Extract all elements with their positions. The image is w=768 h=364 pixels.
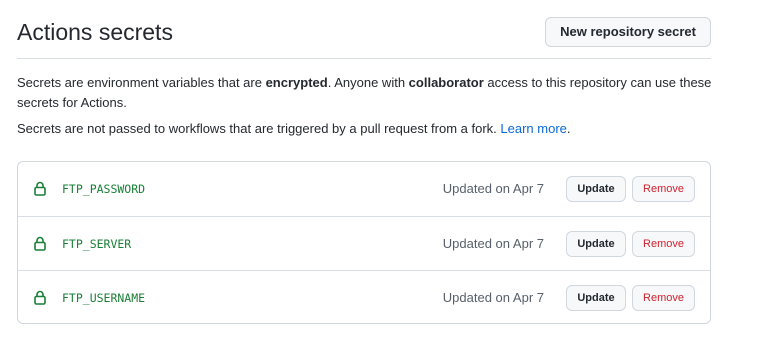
secret-name: FTP_PASSWORD (62, 182, 146, 196)
page-title: Actions secrets (17, 19, 173, 45)
fork-note-end: . (566, 121, 571, 136)
fork-note: Secrets are not passed to workflows that… (17, 119, 717, 139)
actions-secrets-page: Actions secrets New repository secret Se… (0, 0, 768, 364)
secret-updated-date: Updated on Apr 7 (442, 181, 544, 196)
secrets-description: Secrets are environment variables that a… (17, 73, 717, 113)
remove-secret-button[interactable]: Remove (632, 285, 695, 311)
lock-icon (34, 290, 46, 305)
secrets-list: FTP_PASSWORD Updated on Apr 7 Update Rem… (17, 161, 711, 324)
lock-icon (34, 236, 46, 251)
page-header: Actions secrets New repository secret (17, 0, 711, 59)
secret-row: FTP_SERVER Updated on Apr 7 Update Remov… (18, 216, 710, 271)
fork-note-text: Secrets are not passed to workflows that… (17, 121, 501, 136)
lock-icon (34, 181, 46, 196)
desc-text: . Anyone with (327, 75, 409, 90)
remove-secret-button[interactable]: Remove (632, 231, 695, 257)
update-secret-button[interactable]: Update (566, 231, 626, 257)
learn-more-link[interactable]: Learn more (500, 121, 566, 136)
desc-text: Secrets are environment variables that a… (17, 75, 266, 90)
secret-updated-date: Updated on Apr 7 (442, 236, 544, 251)
secret-row: FTP_USERNAME Updated on Apr 7 Update Rem… (18, 270, 710, 325)
remove-secret-button[interactable]: Remove (632, 176, 695, 202)
secret-name: FTP_USERNAME (62, 291, 146, 305)
secret-name: FTP_SERVER (62, 237, 132, 251)
secret-updated-date: Updated on Apr 7 (442, 290, 544, 305)
update-secret-button[interactable]: Update (566, 285, 626, 311)
desc-collaborator: collaborator (408, 75, 484, 90)
new-repository-secret-button[interactable]: New repository secret (545, 17, 711, 47)
secret-row: FTP_PASSWORD Updated on Apr 7 Update Rem… (18, 162, 710, 216)
update-secret-button[interactable]: Update (566, 176, 626, 202)
desc-encrypted: encrypted (265, 75, 328, 90)
